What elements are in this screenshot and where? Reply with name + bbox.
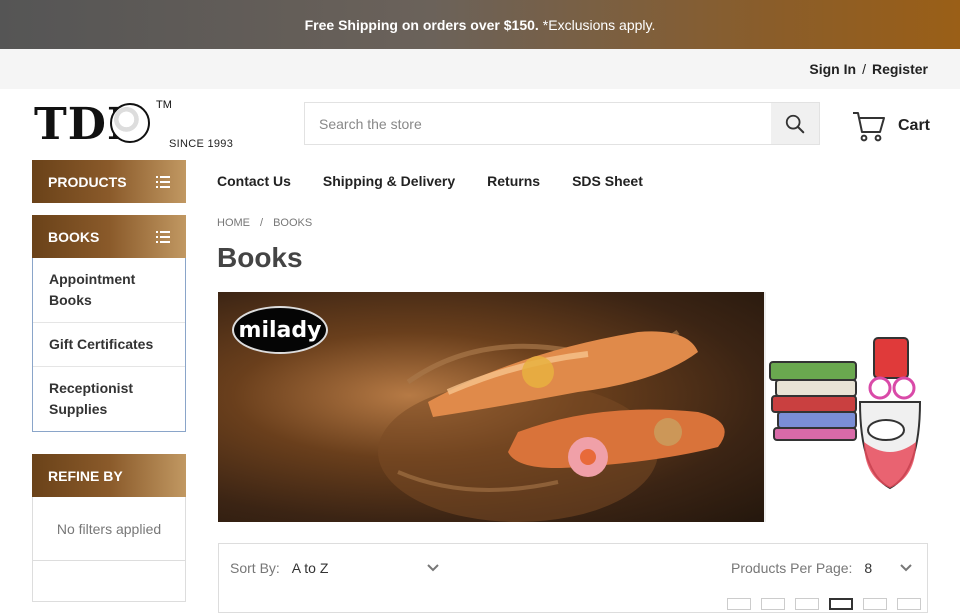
refine-by-filters-area <box>33 561 185 601</box>
refine-by-label: REFINE BY <box>48 467 123 484</box>
product-toolbar: Sort By: A to Z Products Per Page: 8 <box>218 543 928 613</box>
cart-label: Cart <box>898 117 931 134</box>
cart-icon <box>853 112 885 142</box>
nav-shipping-delivery[interactable]: Shipping & Delivery <box>323 173 455 189</box>
search-button[interactable] <box>771 103 819 144</box>
search-bar <box>304 102 820 145</box>
breadcrumb-home[interactable]: HOME <box>217 217 250 229</box>
products-label: PRODUCTS <box>48 173 127 190</box>
books-menu-toggle[interactable]: BOOKS <box>32 215 186 258</box>
milady-logo: milady <box>232 306 328 354</box>
products-per-page-label: Products Per Page: <box>731 560 853 576</box>
nav-returns[interactable]: Returns <box>487 173 540 189</box>
category-appointment-books[interactable]: Appointment Books <box>33 258 185 322</box>
refine-by-body: No filters applied <box>32 497 186 602</box>
chevron-down-icon <box>900 564 912 572</box>
account-bar: Sign In / Register <box>0 49 960 89</box>
banner-books-mascot <box>764 292 928 522</box>
main-nav: Contact Us Shipping & Delivery Returns S… <box>217 162 643 200</box>
category-receptionist-supplies[interactable]: Receptionist Supplies <box>33 366 185 431</box>
sort-by-select[interactable]: Sort By: A to Z <box>230 560 439 576</box>
breadcrumb-separator: / <box>260 217 264 229</box>
sign-in-link[interactable]: Sign In <box>809 61 856 77</box>
logo-trademark: TM <box>156 99 172 111</box>
list-icon <box>156 175 170 188</box>
breadcrumb-current: BOOKS <box>273 217 313 229</box>
promo-banner: Free Shipping on orders over $150. *Excl… <box>0 0 960 49</box>
chevron-down-icon <box>427 564 439 572</box>
globe-icon <box>110 103 150 143</box>
category-banner: milady <box>218 292 928 522</box>
refine-by-panel: REFINE BY No filters applied <box>32 454 186 602</box>
site-logo[interactable]: TDI TM SINCE 1993 <box>32 97 247 157</box>
sort-by-value: A to Z <box>291 560 329 576</box>
no-filters-text: No filters applied <box>33 497 185 561</box>
products-menu-toggle[interactable]: PRODUCTS <box>32 160 186 203</box>
list-icon <box>156 230 170 243</box>
page-title: Books <box>217 242 303 273</box>
search-icon <box>785 114 805 133</box>
nav-sds-sheet[interactable]: SDS Sheet <box>572 173 643 189</box>
books-mascot-illustration <box>769 337 922 490</box>
refine-by-header: REFINE BY <box>32 454 186 497</box>
account-separator: / <box>862 61 866 77</box>
promo-note: *Exclusions apply. <box>542 16 656 33</box>
logo-since: SINCE 1993 <box>169 138 234 150</box>
category-gift-certificates[interactable]: Gift Certificates <box>33 322 185 366</box>
breadcrumb: HOME / BOOKS <box>217 217 312 229</box>
promo-bold-text: Free Shipping on orders over $150. <box>304 16 539 33</box>
register-link[interactable]: Register <box>872 61 928 77</box>
books-menu: BOOKS Appointment Books Gift Certificate… <box>32 215 186 432</box>
sort-by-label: Sort By: <box>230 560 280 576</box>
nav-contact-us[interactable]: Contact Us <box>217 173 291 189</box>
category-list: Appointment Books Gift Certificates Rece… <box>32 258 186 432</box>
cart-link[interactable]: Cart <box>852 106 932 146</box>
products-per-page-select[interactable]: Products Per Page: 8 <box>731 560 912 576</box>
search-input[interactable] <box>305 103 771 144</box>
products-menu: PRODUCTS <box>32 160 186 203</box>
books-label: BOOKS <box>48 228 100 245</box>
banner-nail-art-image: milady <box>218 292 764 522</box>
products-per-page-value: 8 <box>864 560 873 576</box>
